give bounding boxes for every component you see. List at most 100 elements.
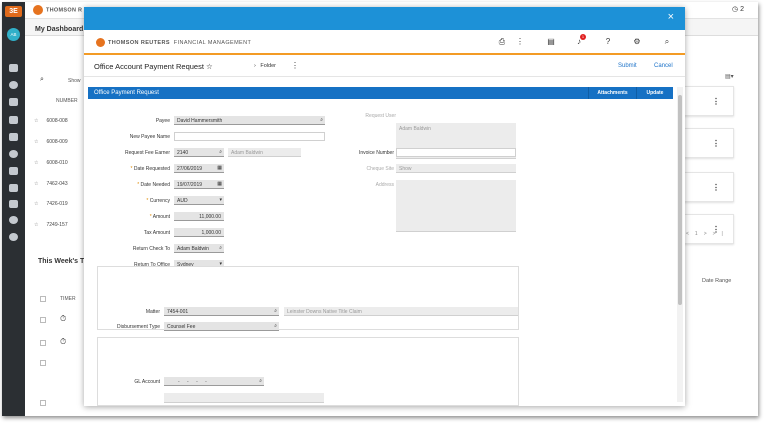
star-icon[interactable]: ☆ [34,160,38,166]
bg-row[interactable]: ☆ 7426-019 [34,201,68,207]
document-icon[interactable] [9,200,18,208]
favorite-star-icon[interactable]: ☆ [206,62,213,71]
bg-card[interactable]: ⋮ [682,172,734,202]
search-icon[interactable]: ⌕ [274,308,277,314]
form-title-bar: Office Account Payment Request ☆ › Folde… [84,57,685,77]
amount-input[interactable]: 11,000.00 [174,212,224,221]
matter-field[interactable]: 7454-001 ⌕ [164,307,279,316]
tax-amount-label: Tax Amount [143,230,170,236]
bg-checkbox[interactable] [40,400,46,406]
kebab-icon[interactable]: ⋮ [712,139,720,148]
filter-icon[interactable]: ▤▾ [725,73,734,80]
more-circle-icon[interactable] [9,233,18,241]
nav-circle-icon[interactable] [9,150,18,158]
app-frame: 3E AB THOMSON R ◷ 2 My Dashboard ⌕ Show … [2,2,758,416]
bg-checkbox[interactable] [40,296,46,302]
gl-account-field[interactable]: - - - - ⌕ [164,377,264,386]
bg-row[interactable]: ☆ 6008-010 [34,160,68,166]
gl-account-description [164,393,324,403]
bg-date-range: Date Range [702,278,732,284]
star-icon[interactable]: ☆ [34,118,38,124]
settings-circle-icon[interactable] [9,216,18,224]
search-icon[interactable]: ⌕ [259,378,262,384]
print-icon[interactable]: ⎙ [496,36,508,48]
dropdown-icon[interactable]: ▾ [219,197,222,203]
timer-indicator[interactable]: ◷ 2 [732,5,744,13]
scrollbar[interactable] [677,87,683,402]
help-icon[interactable]: ? [602,36,614,48]
star-icon[interactable]: ☆ [34,222,38,228]
more-vert-icon[interactable]: ⋮ [514,36,526,48]
edit-icon[interactable] [9,133,18,141]
search-icon[interactable]: ⌕ [219,245,222,251]
disbursement-type-label: Disbursement Type [117,324,160,330]
kebab-icon[interactable]: ⋮ [712,183,720,192]
bg-card[interactable]: ⋮ [682,86,734,116]
app-logo[interactable]: 3E [5,6,22,17]
building-icon[interactable] [9,167,18,175]
invoice-number-label: Invoice Number [358,150,394,156]
invoice-number-input[interactable] [396,148,516,157]
search-icon[interactable]: ⌕ [274,323,277,329]
payment-request-modal: × THOMSON REUTERS FINANCIAL MANAGEMENT ⎙… [84,7,685,406]
bg-checkbox[interactable] [40,360,46,366]
calendar-icon[interactable]: ▦ [217,165,222,171]
folder-button[interactable]: › Folder [254,63,276,69]
stopwatch-icon[interactable]: ⏱ [60,314,66,324]
grid-icon[interactable] [9,64,18,72]
gear-icon[interactable]: ⚙ [631,36,643,48]
disbursement-type-field[interactable]: Counsel Fee ⌕ [164,322,279,331]
user-avatar[interactable]: AB [7,28,20,41]
more-vert-icon[interactable]: ⋮ [291,61,299,70]
date-requested-label: * Date Requested [130,166,170,172]
bell-icon[interactable]: ♪ 1 [573,34,586,48]
bg-card[interactable]: ⋮ [682,128,734,158]
people-icon[interactable] [9,98,18,106]
page-title: Office Account Payment Request ☆ [94,62,213,71]
star-icon[interactable]: ☆ [34,201,38,207]
section-title: Office Payment Request [94,90,159,96]
attachments-button[interactable]: Attachments [588,87,636,99]
request-user-label: Request User [365,113,396,119]
scrollbar-thumb[interactable] [678,95,682,305]
bg-row[interactable]: ☆ 7249-157 [34,222,68,228]
calendar-icon[interactable]: ▦ [217,181,222,187]
return-check-to-label: Return Check To [132,246,170,252]
request-fee-earner-field[interactable]: 2140 ⌕ [174,148,224,157]
briefcase-icon[interactable] [9,116,18,124]
stopwatch-icon[interactable]: ⏱ [60,337,66,347]
tax-amount-input[interactable]: 1,000.00 [174,228,224,237]
new-payee-name-input[interactable] [174,132,325,141]
bg-checkbox[interactable] [40,317,46,323]
bg-checkbox[interactable] [40,340,46,346]
return-check-to-field[interactable]: Adam Baldwin ⌕ [174,244,224,253]
payee-field[interactable]: David Hammersmith ⌕ [174,116,325,125]
search-icon[interactable]: ⌕ [219,149,222,155]
matter-section [97,266,519,330]
bg-search-icon[interactable]: ⌕ [40,76,44,84]
bg-row[interactable]: ☆ 7462-043 [34,181,68,187]
amount-label: * Amount [149,214,170,220]
cancel-button[interactable]: Cancel [654,63,673,69]
submit-button[interactable]: Submit [618,63,637,69]
date-needed-label: * Date Needed [137,182,170,188]
bg-right-panel: ⋮ ⋮ ⋮ ⋮ [682,86,742,246]
request-fee-earner-label: Request Fee Earner [124,150,170,156]
star-icon[interactable]: ☆ [34,139,38,145]
bg-row[interactable]: ☆ 6008-008 [34,118,68,124]
currency-select[interactable]: AUD ▾ [174,196,224,205]
date-needed-field[interactable]: 19/07/2019 ▦ [174,180,224,189]
kebab-icon[interactable]: ⋮ [712,97,720,106]
close-icon[interactable]: × [668,11,674,23]
document-icon[interactable]: ▤ [545,36,557,48]
chart-icon[interactable] [9,184,18,192]
star-icon[interactable]: ☆ [34,181,38,187]
section-header: Office Payment Request Attachments Updat… [88,87,673,99]
update-button[interactable]: Update [636,87,673,99]
clock-icon[interactable] [9,81,18,89]
pager[interactable]: <1>>| [686,231,729,237]
bg-card[interactable]: ⋮ [682,214,734,244]
bg-row[interactable]: ☆ 6008-009 [34,139,68,145]
search-icon[interactable]: ⌕ [661,36,673,48]
date-requested-field[interactable]: 27/06/2019 ▦ [174,164,224,173]
